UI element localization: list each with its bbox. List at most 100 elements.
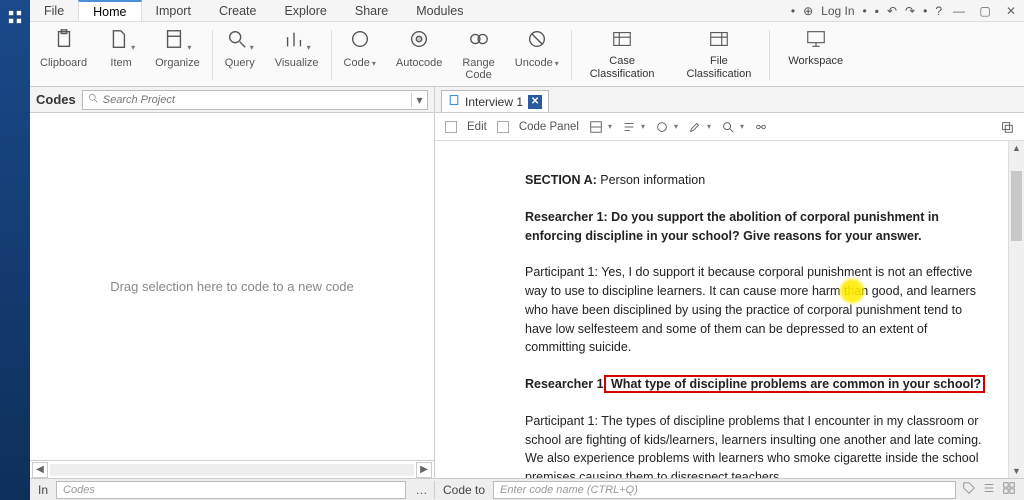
- document-content[interactable]: SECTION A: Person information Researcher…: [435, 141, 1008, 478]
- hscrollbar[interactable]: ◀ ▶: [30, 460, 434, 478]
- answer-text: Yes, I do support it because: [601, 265, 758, 279]
- answer-text: low selfesteem and some of them can be d…: [525, 322, 927, 355]
- login-icon: ⊕: [803, 4, 813, 18]
- edit-checkbox[interactable]: [445, 121, 457, 133]
- in-field[interactable]: Codes: [56, 481, 406, 499]
- ribbon-label: Clipboard: [40, 57, 87, 69]
- ribbon-clipboard[interactable]: Clipboard: [30, 24, 97, 86]
- window-maximize[interactable]: ▢: [976, 4, 994, 18]
- ribbon-label: Uncode: [515, 57, 559, 69]
- ribbon-item[interactable]: Item: [97, 24, 145, 86]
- login-link[interactable]: Log In: [821, 4, 854, 18]
- redo-icon[interactable]: ↷: [905, 4, 915, 18]
- section-heading-label: SECTION A:: [525, 173, 597, 187]
- selection-box: What type of discipline problems are com…: [604, 375, 986, 393]
- stripe-icon[interactable]: [982, 481, 996, 498]
- section-heading-text: Person information: [597, 173, 705, 187]
- layout-icon[interactable]: [589, 120, 612, 134]
- ribbon: Clipboard Item Organize Query Visualize …: [30, 22, 1024, 87]
- ribbon-file-classification[interactable]: File Classification: [671, 24, 768, 86]
- participant-label: Participant 1:: [525, 265, 601, 279]
- window-close[interactable]: ✕: [1002, 4, 1020, 18]
- ribbon-label: Visualize: [275, 57, 319, 69]
- scroll-thumb[interactable]: [1011, 171, 1022, 241]
- ribbon-label: Code: [344, 57, 376, 69]
- scroll-left-icon[interactable]: ◀: [32, 462, 48, 478]
- researcher-label: Researcher 1: [525, 377, 604, 391]
- ribbon-workspace[interactable]: Workspace: [772, 24, 859, 86]
- app-left-rail: [0, 0, 30, 500]
- ribbon-organize[interactable]: Organize: [145, 24, 210, 86]
- menu-import[interactable]: Import: [142, 0, 205, 21]
- query-icon: [226, 28, 254, 53]
- tab-interview-1[interactable]: Interview 1 ✕: [441, 90, 549, 112]
- paragraph-icon[interactable]: [622, 120, 645, 134]
- ribbon-query[interactable]: Query: [215, 24, 265, 86]
- codeto-field[interactable]: Enter code name (CTRL+Q): [493, 481, 956, 499]
- workspace-icon: [803, 28, 829, 53]
- organize-icon: [163, 28, 191, 53]
- clipboard-icon: [53, 28, 75, 53]
- popout-icon[interactable]: [1000, 120, 1014, 134]
- window-minimize[interactable]: —: [950, 4, 968, 18]
- codeto-label: Code to: [435, 483, 493, 497]
- search-input[interactable]: [103, 94, 411, 106]
- menu-modules[interactable]: Modules: [402, 0, 477, 21]
- menu-home[interactable]: Home: [78, 0, 141, 21]
- in-label: In: [30, 483, 56, 497]
- document-icon: [107, 28, 135, 53]
- code-panel-checkbox[interactable]: [497, 121, 509, 133]
- search-icon: [83, 92, 103, 107]
- cursor-highlight: rm than g: [826, 282, 879, 301]
- code-dropzone[interactable]: Drag selection here to code to a new cod…: [30, 113, 434, 460]
- document-icon: [448, 94, 460, 109]
- menu-file[interactable]: File: [30, 0, 78, 21]
- ribbon-label: Item: [110, 57, 131, 69]
- search-dropdown[interactable]: ▾: [411, 93, 427, 107]
- ribbon-visualize[interactable]: Visualize: [265, 24, 329, 86]
- ribbon-code[interactable]: Code: [334, 24, 386, 86]
- app-logo-icon: [8, 10, 22, 27]
- status-bar: In Codes … Code to Enter code name (CTRL…: [30, 478, 1024, 500]
- scroll-up-icon[interactable]: ▲: [1009, 141, 1024, 155]
- code-panel-label: Code Panel: [519, 121, 579, 133]
- file-classification-icon: [706, 28, 732, 53]
- answer-text: corporal: [759, 265, 804, 279]
- menu-create[interactable]: Create: [205, 0, 271, 21]
- codes-panel: Codes ▾ Drag selection here to code to a…: [30, 87, 435, 478]
- document-panel: Interview 1 ✕ Edit Code Panel: [435, 87, 1024, 478]
- ribbon-uncode[interactable]: Uncode: [505, 24, 569, 86]
- undo-icon[interactable]: ↶: [887, 4, 897, 18]
- ribbon-case-classification[interactable]: Case Classification: [574, 24, 671, 86]
- document-toolbar: Edit Code Panel: [435, 113, 1024, 141]
- ribbon-label: Range Code: [462, 57, 494, 81]
- researcher-label: Researcher 1:: [525, 210, 611, 224]
- autocode-icon: [408, 28, 430, 53]
- range-code-icon: [468, 28, 490, 53]
- highlighter-icon[interactable]: [688, 120, 711, 134]
- in-more-button[interactable]: …: [410, 483, 434, 497]
- edit-label: Edit: [467, 121, 487, 133]
- ribbon-label: Organize: [155, 57, 200, 69]
- ribbon-autocode[interactable]: Autocode: [386, 24, 452, 86]
- search-project[interactable]: ▾: [82, 90, 428, 110]
- menu-share[interactable]: Share: [341, 0, 402, 21]
- vscrollbar[interactable]: ▲ ▼: [1008, 141, 1024, 478]
- circle-icon[interactable]: [655, 120, 678, 134]
- ribbon-label: Query: [225, 57, 255, 69]
- dot-sep: •: [863, 4, 867, 18]
- participant-label: Participant 1:: [525, 414, 601, 428]
- tab-close-icon[interactable]: ✕: [528, 95, 542, 109]
- scroll-right-icon[interactable]: ▶: [416, 462, 432, 478]
- tag-icon[interactable]: [962, 481, 976, 498]
- scroll-down-icon[interactable]: ▼: [1009, 464, 1024, 478]
- uncode-icon: [526, 28, 548, 53]
- save-icon[interactable]: ▪: [875, 4, 879, 18]
- grid-icon[interactable]: [1002, 481, 1016, 498]
- dot-sep: •: [791, 4, 795, 18]
- zoom-icon[interactable]: [721, 120, 744, 134]
- link-icon[interactable]: [754, 120, 768, 134]
- help-icon[interactable]: ?: [935, 4, 942, 18]
- ribbon-range-code[interactable]: Range Code: [452, 24, 504, 86]
- menu-explore[interactable]: Explore: [270, 0, 340, 21]
